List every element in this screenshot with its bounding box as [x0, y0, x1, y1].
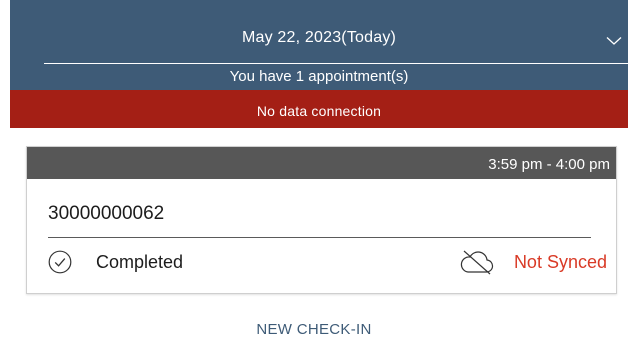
appointment-time: 3:59 pm - 4:00 pm	[488, 156, 610, 173]
date-header: May 22, 2023(Today) You have 1 appointme…	[10, 0, 628, 90]
appointment-count: You have 1 appointment(s)	[229, 68, 409, 85]
sync-status: Not Synced	[460, 248, 607, 276]
appointments-screen: May 22, 2023(Today) You have 1 appointme…	[0, 0, 628, 343]
completion-status: Completed	[48, 249, 183, 275]
connection-banner-text: No data connection	[256, 103, 382, 119]
chevron-down-icon[interactable]	[606, 36, 622, 46]
new-checkin-button[interactable]: NEW CHECK-IN	[0, 321, 628, 338]
check-circle-icon	[48, 250, 72, 274]
date-selector[interactable]: May 22, 2023(Today)	[10, 0, 628, 64]
connection-banner: No data connection	[10, 90, 628, 128]
date-label: May 22, 2023(Today)	[241, 29, 397, 46]
cloud-off-icon	[460, 250, 494, 275]
appointment-id: 30000000062	[48, 203, 165, 224]
sync-status-label: Not Synced	[513, 251, 607, 272]
appointment-card-header: 3:59 pm - 4:00 pm	[27, 147, 616, 179]
date-underline	[44, 63, 628, 64]
appointment-card[interactable]: 3:59 pm - 4:00 pm 30000000062 Completed …	[26, 146, 617, 294]
card-divider	[48, 237, 591, 238]
completion-status-label: Completed	[96, 251, 184, 272]
